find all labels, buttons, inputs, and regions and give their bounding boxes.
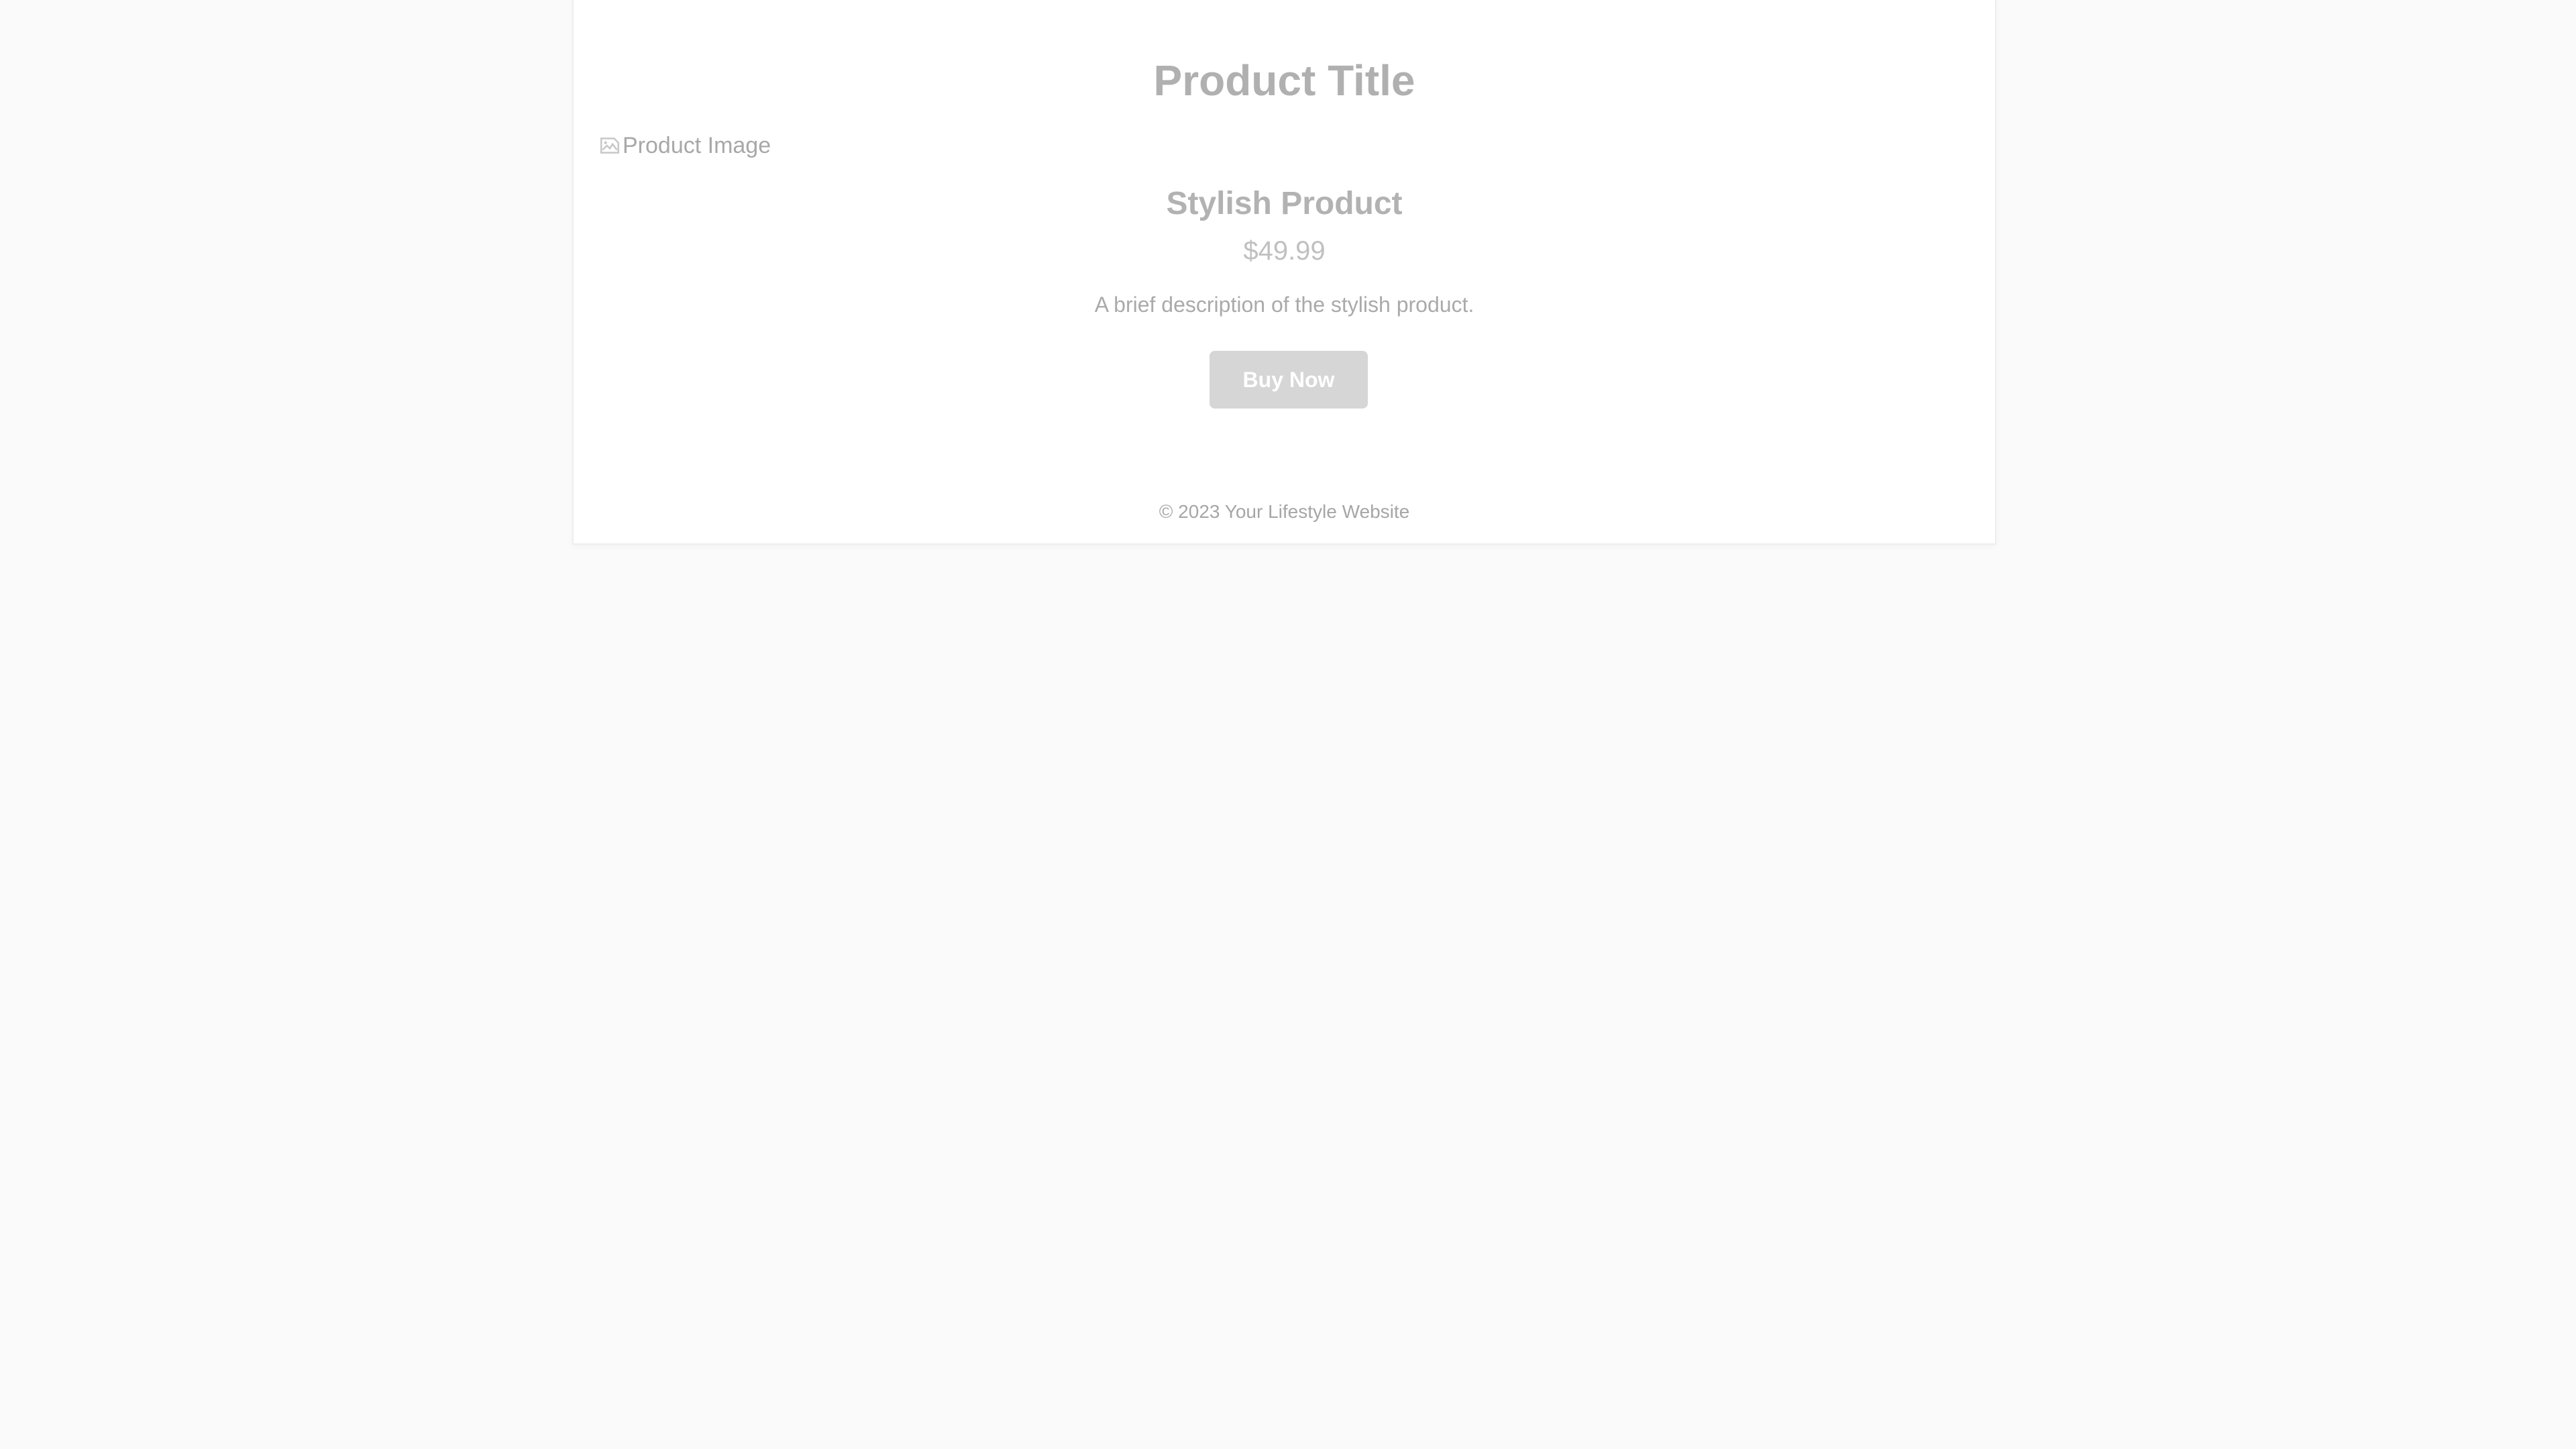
product-name: Stylish Product: [1166, 186, 1403, 221]
product-price: $49.99: [1243, 236, 1326, 266]
footer-copyright: © 2023 Your Lifestyle Website: [1159, 501, 1410, 522]
product-page-card: Product Title Product Image Stylish Prod…: [572, 0, 1996, 545]
buy-now-button[interactable]: Buy Now: [1210, 351, 1368, 409]
product-image: Product Image: [598, 129, 771, 162]
broken-image-icon: [600, 138, 620, 154]
page-title: Product Title: [1153, 56, 1415, 105]
product-description: A brief description of the stylish produ…: [1094, 292, 1474, 317]
product-image-alt-text: Product Image: [623, 133, 771, 158]
